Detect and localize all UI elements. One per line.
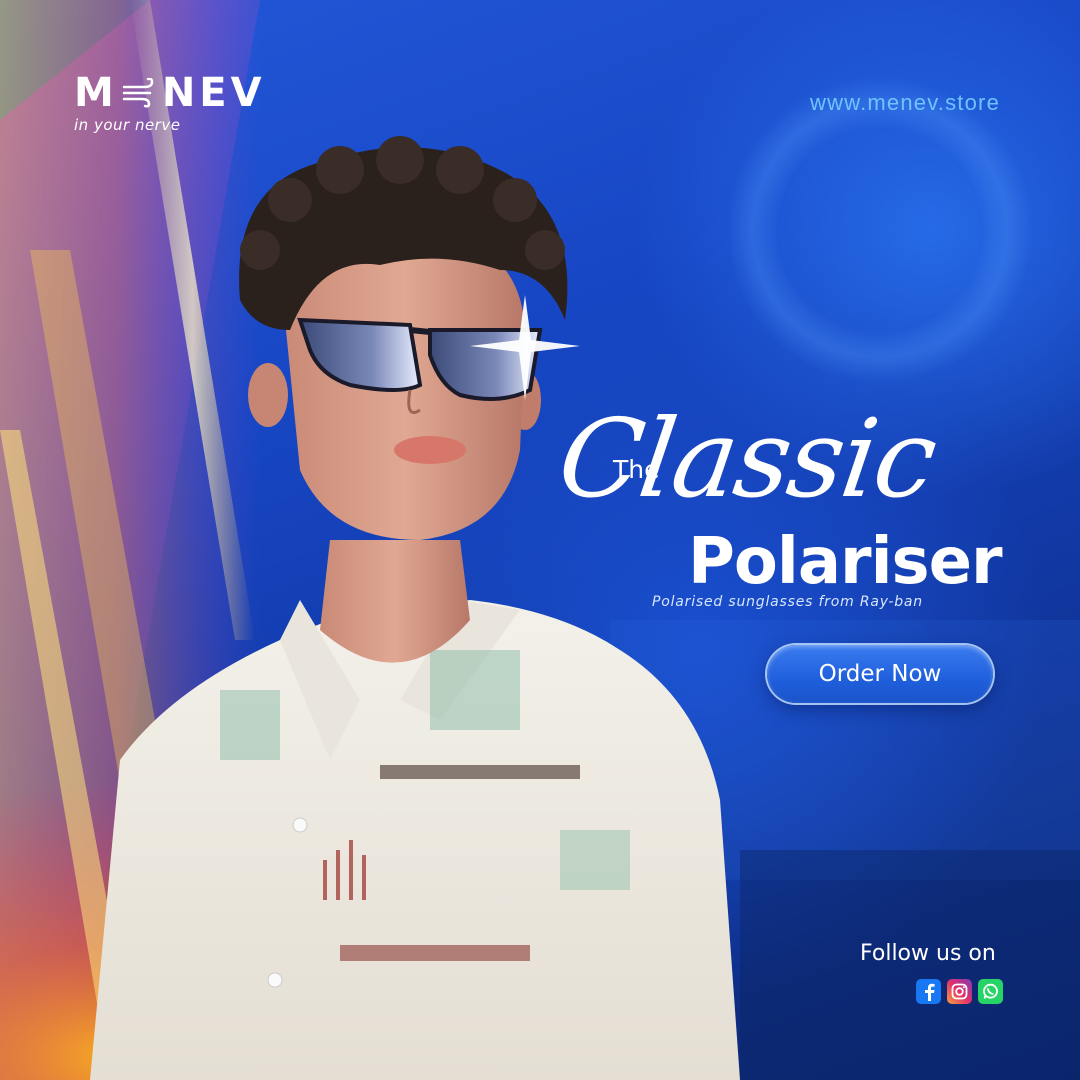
poster: M NEV in your nerve www.menev.store Clas… xyxy=(0,0,1080,1080)
headline-the: The xyxy=(613,455,660,484)
wind-swirl-icon xyxy=(122,78,154,108)
social-icons xyxy=(916,979,1003,1004)
brand-tagline: in your nerve xyxy=(74,116,181,134)
headline-polariser: Polariser xyxy=(688,525,1003,599)
brand-logo[interactable]: M NEV xyxy=(74,70,266,116)
website-link[interactable]: www.menev.store xyxy=(810,90,1000,116)
follow-us-label: Follow us on xyxy=(860,941,996,966)
logo-letters-nev: NEV xyxy=(161,70,266,116)
whatsapp-icon[interactable] xyxy=(978,979,1003,1004)
order-now-button[interactable]: Order Now xyxy=(767,645,993,703)
facebook-icon[interactable] xyxy=(916,979,941,1004)
brand-block: M NEV in your nerve xyxy=(74,70,266,134)
logo-letter-m: M xyxy=(74,70,118,116)
product-subtitle: Polarised sunglasses from Ray-ban xyxy=(652,594,923,610)
instagram-icon[interactable] xyxy=(947,979,972,1004)
headline-classic: Classic xyxy=(551,397,943,522)
